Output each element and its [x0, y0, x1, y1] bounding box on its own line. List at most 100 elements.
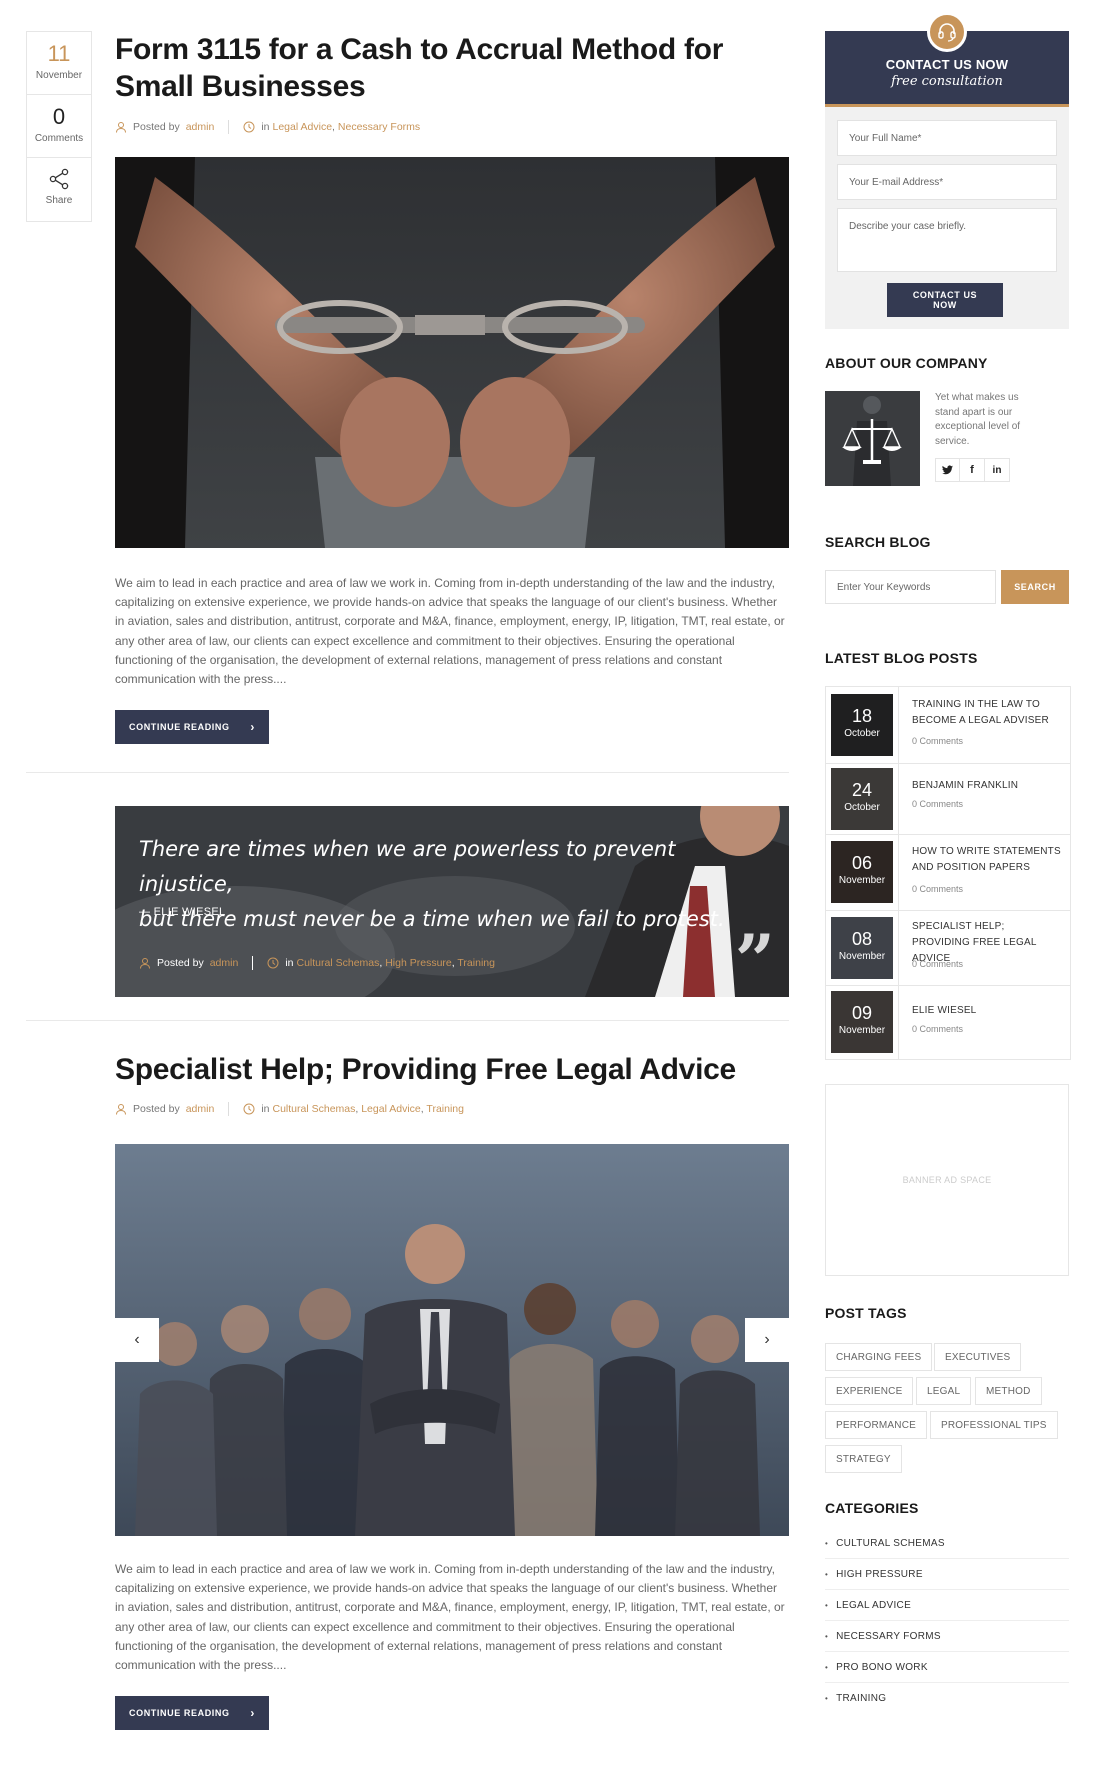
byline-separator [228, 1102, 230, 1116]
latest-post-comments: 0 Comments [912, 799, 964, 809]
continue-reading-label: CONTINUE READING [129, 722, 230, 732]
byline-separator [228, 120, 230, 134]
continue-reading-label: CONTINUE READING [129, 1708, 230, 1718]
bullet-icon: • [825, 1662, 829, 1672]
post-title[interactable]: Form 3115 for a Cash to Accrual Method f… [115, 31, 795, 105]
thumb-month: October [844, 802, 880, 813]
latest-post-title[interactable]: BENJAMIN FRANKLIN [912, 778, 1062, 794]
comments-number: 0 [52, 104, 66, 129]
banner-ad-label: BANNER AD SPACE [902, 1175, 992, 1185]
thumb-month: October [844, 728, 880, 739]
category-label: HIGH PRESSURE [836, 1568, 923, 1580]
latest-post-title[interactable]: HOW TO WRITE STATEMENTS AND POSITION PAP… [912, 844, 1062, 876]
latest-post-comments: 0 Comments [912, 959, 964, 969]
category-link[interactable]: Training [426, 1103, 464, 1115]
category-link[interactable]: High Pressure [385, 957, 452, 969]
quote-mark-icon: ” [734, 919, 775, 997]
category-item[interactable]: • CULTURAL SCHEMAS [825, 1528, 1069, 1559]
continue-reading-button[interactable]: CONTINUE READING › [115, 1696, 269, 1730]
category-item[interactable]: • PRO BONO WORK [825, 1652, 1069, 1683]
quote-byline: Posted by admin in Cultural Schemas, Hig… [139, 956, 495, 970]
tag-link[interactable]: PROFESSIONAL TIPS [930, 1411, 1058, 1439]
post-thumb: 09 November [831, 991, 893, 1053]
comments-label: Comments [34, 133, 84, 145]
in-label: in [261, 1103, 270, 1115]
thumb-day: 18 [851, 706, 873, 726]
list-item[interactable]: 18 October TRAINING IN THE LAW TO BECOME… [826, 687, 1070, 764]
email-field[interactable]: Your E-mail Address* [837, 164, 1057, 200]
category-item[interactable]: • HIGH PRESSURE [825, 1559, 1069, 1590]
list-item[interactable]: 06 November HOW TO WRITE STATEMENTS AND … [826, 835, 1070, 911]
category-link[interactable]: Necessary Forms [338, 121, 420, 133]
post-featured-image[interactable] [115, 157, 789, 548]
facebook-icon[interactable]: f [960, 458, 985, 482]
thumb-day: 24 [851, 780, 873, 800]
tag-link[interactable]: EXECUTIVES [934, 1343, 1022, 1371]
posted-by-label: Posted by [133, 121, 180, 133]
latest-posts-title: LATEST BLOG POSTS [825, 650, 978, 666]
author-link[interactable]: admin [186, 121, 215, 133]
latest-post-comments: 0 Comments [912, 1024, 964, 1034]
handcuffs-photo [115, 157, 789, 548]
headset-icon [927, 12, 967, 52]
message-placeholder: Describe your case briefly. [849, 221, 967, 232]
tag-link[interactable]: METHOD [975, 1377, 1042, 1405]
banner-ad[interactable]: BANNER AD SPACE [825, 1084, 1069, 1276]
post-excerpt: We aim to lead in each practice and area… [115, 1562, 785, 1673]
thumb-month: November [838, 1025, 886, 1036]
twitter-icon[interactable] [935, 458, 960, 482]
slider-prev-button[interactable]: ‹ [115, 1318, 159, 1362]
quote-line-2: but there must never be a time when we f… [139, 907, 725, 931]
author-link[interactable]: admin [186, 1103, 215, 1115]
thumb-month: November [838, 951, 886, 962]
post-title[interactable]: Specialist Help; Providing Free Legal Ad… [115, 1051, 795, 1088]
category-label: PRO BONO WORK [836, 1661, 928, 1673]
business-team-photo [115, 1144, 789, 1536]
list-item[interactable]: 08 November SPECIALIST HELP; PROVIDING F… [826, 911, 1070, 986]
about-text: Yet what makes us stand apart is our exc… [935, 392, 1021, 447]
slider-next-button[interactable]: › [745, 1318, 789, 1362]
tag-link[interactable]: LEGAL [916, 1377, 972, 1405]
in-label: in [285, 957, 294, 969]
post-thumb: 06 November [831, 841, 893, 903]
author-link[interactable]: admin [210, 957, 239, 969]
tag-link[interactable]: CHARGING FEES [825, 1343, 933, 1371]
tag-link[interactable]: PERFORMANCE [825, 1411, 927, 1439]
latest-post-title[interactable]: ELIE WIESEL [912, 1003, 1062, 1019]
thumb-day: 08 [851, 929, 873, 949]
quote-post: There are times when we are powerless to… [115, 806, 789, 997]
category-link[interactable]: Training [457, 957, 495, 969]
category-item[interactable]: • TRAINING [825, 1683, 1069, 1714]
about-image [825, 391, 920, 486]
post-thumb: 18 October [831, 694, 893, 756]
name-field[interactable]: Your Full Name* [837, 120, 1057, 156]
continue-reading-button[interactable]: CONTINUE READING › [115, 710, 269, 744]
bullet-icon: • [825, 1600, 829, 1610]
tag-link[interactable]: STRATEGY [825, 1445, 902, 1473]
thumb-day: 09 [851, 1003, 873, 1023]
post-image-slider[interactable]: ‹ › [115, 1144, 789, 1536]
post-comments-count[interactable]: 0 Comments [27, 95, 91, 158]
category-link[interactable]: Legal Advice [361, 1103, 421, 1115]
post-date-day: 11 [47, 41, 71, 66]
category-item[interactable]: • LEGAL ADVICE [825, 1590, 1069, 1621]
share-button[interactable]: Share [27, 158, 91, 221]
thumb-month: November [838, 875, 886, 886]
linkedin-icon[interactable]: in [985, 458, 1010, 482]
search-input[interactable]: Enter Your Keywords [825, 570, 996, 604]
tag-link[interactable]: EXPERIENCE [825, 1377, 914, 1405]
list-item[interactable]: 09 November ELIE WIESEL 0 Comments [826, 986, 1070, 1059]
category-link[interactable]: Legal Advice [273, 121, 333, 133]
search-button[interactable]: SEARCH [1001, 570, 1069, 604]
contact-widget: CONTACT US NOW free consultation Your Fu… [825, 31, 1069, 329]
contact-submit-button[interactable]: CONTACT US NOW [887, 283, 1003, 317]
category-item[interactable]: • NECESSARY FORMS [825, 1621, 1069, 1652]
category-link[interactable]: Cultural Schemas [273, 1103, 356, 1115]
thumb-day: 06 [851, 853, 873, 873]
list-item[interactable]: 24 October BENJAMIN FRANKLIN 0 Comments [826, 764, 1070, 835]
post-meta-box: 11 November 0 Comments Share [26, 31, 92, 222]
category-link[interactable]: Cultural Schemas [297, 957, 380, 969]
latest-post-title[interactable]: TRAINING IN THE LAW TO BECOME A LEGAL AD… [912, 697, 1062, 729]
message-field[interactable]: Describe your case briefly. [837, 208, 1057, 272]
share-icon [49, 168, 69, 190]
